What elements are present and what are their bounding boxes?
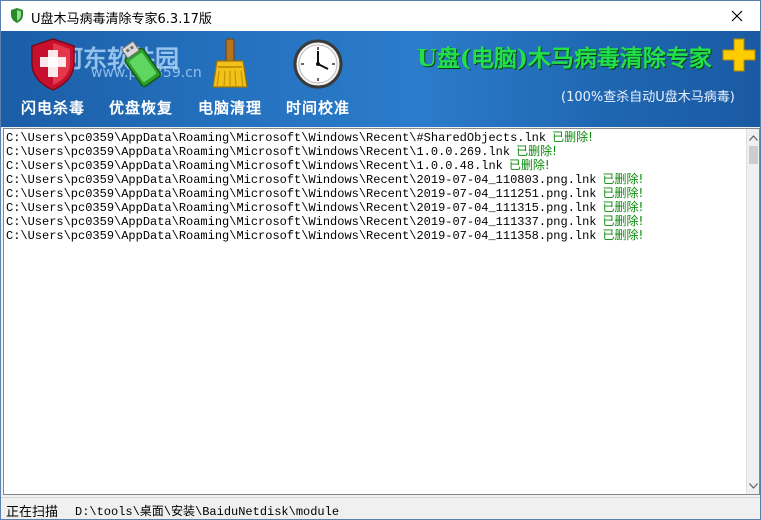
tool-usb-recover-button[interactable]: 优盘恢复 <box>99 31 183 127</box>
vertical-scrollbar[interactable] <box>746 129 759 494</box>
log-entry-path: C:\Users\pc0359\AppData\Roaming\Microsof… <box>6 187 597 201</box>
log-entry: C:\Users\pc0359\AppData\Roaming\Microsof… <box>6 214 746 229</box>
scan-log[interactable]: C:\Users\pc0359\AppData\Roaming\Microsof… <box>3 128 760 495</box>
log-entry-path: C:\Users\pc0359\AppData\Roaming\Microsof… <box>6 145 511 159</box>
plus-icon <box>722 38 756 72</box>
scroll-up-button[interactable] <box>747 129 759 146</box>
log-entry: C:\Users\pc0359\AppData\Roaming\Microsof… <box>6 130 746 145</box>
log-entry-status: 已删除! <box>602 186 644 200</box>
log-entry: C:\Users\pc0359\AppData\Roaming\Microsof… <box>6 186 746 201</box>
log-entry: C:\Users\pc0359\AppData\Roaming\Microsof… <box>6 172 746 187</box>
log-entry: C:\Users\pc0359\AppData\Roaming\Microsof… <box>6 144 746 159</box>
title-bar[interactable]: U盘木马病毒清除专家6.3.17版 <box>1 1 760 31</box>
log-entry-status: 已删除! <box>602 228 644 242</box>
log-entry-status: 已删除! <box>602 172 644 186</box>
tool-antivirus-button[interactable]: 闪电杀毒 <box>11 31 95 127</box>
tool-pc-clean-label: 电脑清理 <box>197 99 262 117</box>
log-entry-path: C:\Users\pc0359\AppData\Roaming\Microsof… <box>6 159 503 173</box>
scroll-down-button[interactable] <box>747 477 759 494</box>
brand-title: U盘(电脑)木马病毒清除专家 <box>417 45 712 72</box>
broom-icon <box>212 38 248 88</box>
log-list: C:\Users\pc0359\AppData\Roaming\Microsof… <box>6 130 746 243</box>
tool-time-sync-label: 时间校准 <box>285 99 350 117</box>
status-label: 正在扫描 <box>6 505 59 520</box>
status-bar: 正在扫描 D:\tools\桌面\安装\BaiduNetdisk\module <box>1 497 760 520</box>
chevron-down-icon <box>749 482 758 489</box>
log-entry-path: C:\Users\pc0359\AppData\Roaming\Microsof… <box>6 131 547 145</box>
tool-pc-clean-button[interactable]: 电脑清理 <box>188 31 272 127</box>
usb-drive-icon <box>120 40 162 88</box>
banner-toolbar: 河东软件园 www.pc0359.cn 闪电杀毒 <box>1 31 760 127</box>
chevron-up-icon <box>749 134 758 141</box>
scroll-thumb[interactable] <box>749 146 758 164</box>
tool-time-sync-button[interactable]: 时间校准 <box>276 31 360 127</box>
log-entry-status: 已删除! <box>602 214 644 228</box>
log-entry-path: C:\Users\pc0359\AppData\Roaming\Microsof… <box>6 215 597 229</box>
log-entry-path: C:\Users\pc0359\AppData\Roaming\Microsof… <box>6 201 597 215</box>
clock-icon <box>293 39 343 89</box>
close-icon <box>731 10 743 22</box>
log-entry-path: C:\Users\pc0359\AppData\Roaming\Microsof… <box>6 229 597 243</box>
slogan-text: (100%查杀自动U盘木马病毒) <box>561 90 735 105</box>
log-entry-status: 已删除! <box>508 158 550 172</box>
app-shield-icon <box>11 8 23 23</box>
log-entry: C:\Users\pc0359\AppData\Roaming\Microsof… <box>6 158 746 173</box>
app-window: U盘木马病毒清除专家6.3.17版 河东软件园 www.pc0359.cn 闪电… <box>0 0 761 520</box>
scanning-path: D:\tools\桌面\安装\BaiduNetdisk\module <box>75 505 340 519</box>
log-entry-status: 已删除! <box>516 144 557 158</box>
log-entry-status: 已删除! <box>602 200 644 214</box>
log-entry-status: 已删除! <box>552 130 593 144</box>
log-entry: C:\Users\pc0359\AppData\Roaming\Microsof… <box>6 228 746 243</box>
tool-antivirus-label: 闪电杀毒 <box>20 99 85 117</box>
close-button[interactable] <box>714 1 760 31</box>
log-entry: C:\Users\pc0359\AppData\Roaming\Microsof… <box>6 200 746 215</box>
shield-icon <box>31 38 75 91</box>
window-title: U盘木马病毒清除专家6.3.17版 <box>31 12 212 27</box>
tool-usb-recover-label: 优盘恢复 <box>108 99 173 117</box>
log-entry-path: C:\Users\pc0359\AppData\Roaming\Microsof… <box>6 173 597 187</box>
